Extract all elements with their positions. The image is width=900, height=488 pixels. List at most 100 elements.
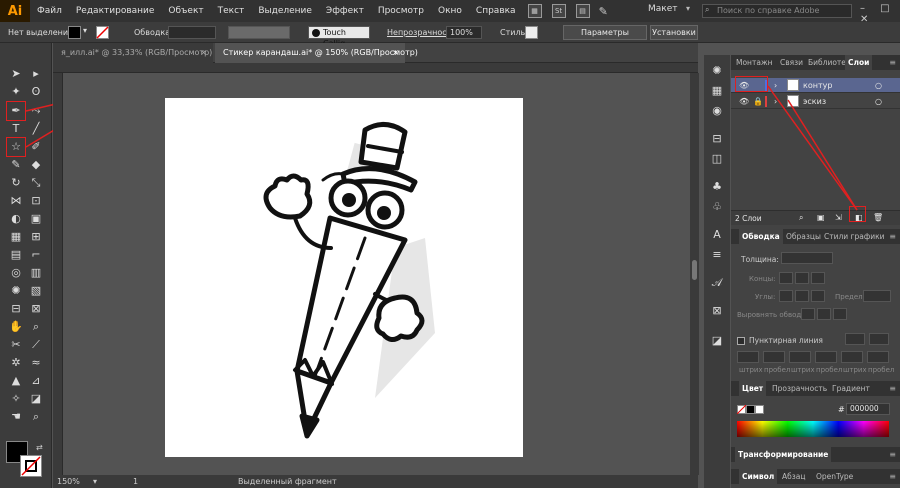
miter-join-button[interactable]: [779, 290, 793, 302]
gap-3-input[interactable]: [867, 351, 889, 363]
menu-effect[interactable]: Эффект: [319, 6, 371, 16]
document-setup-button[interactable]: Параметры документа: [563, 25, 647, 50]
projecting-cap-button[interactable]: [811, 272, 825, 284]
paint-bucket-tool-icon[interactable]: ▲: [7, 373, 25, 389]
gpu-icon[interactable]: ✎: [599, 5, 608, 18]
none-swatch[interactable]: [737, 405, 746, 414]
hex-input[interactable]: 000000: [846, 403, 890, 415]
align-inside-button[interactable]: [817, 308, 831, 320]
paragraph-icon[interactable]: ≡: [708, 247, 726, 263]
menu-select[interactable]: Выделение: [251, 6, 319, 16]
hand-tool-icon[interactable]: ☚: [7, 409, 25, 425]
menu-window[interactable]: Окно: [431, 6, 469, 16]
panel-menu-icon[interactable]: ≡: [889, 384, 896, 393]
menu-help[interactable]: Справка: [469, 6, 523, 16]
tab-layers[interactable]: Слои: [845, 55, 873, 70]
menu-type[interactable]: Текст: [211, 6, 252, 16]
knife-tool-icon[interactable]: ⟋: [27, 337, 45, 353]
panel-menu-icon[interactable]: ≡: [889, 232, 896, 241]
stock-icon[interactable]: St: [551, 4, 566, 18]
blob-brush-tool-icon[interactable]: ✧: [7, 391, 25, 407]
tab-graphic-styles[interactable]: Стили графики: [821, 229, 888, 244]
round-join-button[interactable]: [795, 290, 809, 302]
puppet-warp-tool-icon[interactable]: ✲: [7, 355, 25, 371]
tab-character[interactable]: Символ: [739, 469, 778, 484]
scissors-tool-icon[interactable]: ✂: [7, 337, 25, 353]
perspective-grid-tool-icon[interactable]: ▦: [7, 229, 25, 245]
align-outside-button[interactable]: [833, 308, 847, 320]
artboard-tool-icon[interactable]: ⊟: [7, 301, 25, 317]
symbol-sprayer-tool-icon[interactable]: ✺: [7, 283, 25, 299]
dash-2-input[interactable]: [789, 351, 811, 363]
butt-cap-button[interactable]: [779, 272, 793, 284]
tab-swatches[interactable]: Образцы: [783, 229, 824, 244]
arrange-icon[interactable]: ▤: [575, 4, 590, 18]
bar-graph-tool-icon[interactable]: ▧: [27, 283, 45, 299]
close-icon[interactable]: ×: [200, 43, 207, 63]
dashed-line-checkbox[interactable]: [737, 337, 745, 345]
gradient-tool-icon[interactable]: ▤: [7, 247, 25, 263]
stroke-weight-input[interactable]: [781, 252, 833, 264]
white-swatch[interactable]: [755, 405, 764, 414]
layers-icon[interactable]: ◪: [708, 333, 726, 349]
zoom-tool-icon[interactable]: ⌕: [27, 409, 45, 425]
hand-tool-icon[interactable]: ✋: [7, 319, 25, 335]
eyedropper-tool-icon[interactable]: ⌐: [27, 247, 45, 263]
gap-1-input[interactable]: [763, 351, 785, 363]
zoom-level[interactable]: 150%: [57, 477, 80, 486]
opacity-field[interactable]: 100%: [446, 26, 482, 39]
zoom-tool-icon[interactable]: ⌕: [27, 319, 45, 335]
align-center-button[interactable]: [801, 308, 815, 320]
panel-menu-icon[interactable]: ≡: [889, 58, 896, 67]
tab-document-1[interactable]: я_илл.ai* @ 33,33% (RGB/Просмотр) ×: [53, 43, 213, 63]
swap-fill-stroke-icon[interactable]: ⇄: [36, 443, 43, 452]
tab-opentype[interactable]: OpenType: [813, 469, 856, 484]
help-search-input[interactable]: Поиск по справке Adobe: [702, 4, 852, 18]
links-icon[interactable]: ⊠: [708, 303, 726, 319]
measure-tool-icon[interactable]: ⊿: [27, 373, 45, 389]
artboard-number[interactable]: 1: [133, 477, 138, 486]
warp-tool-icon[interactable]: ≈: [27, 355, 45, 371]
bridge-icon[interactable]: ▦: [527, 4, 542, 18]
chevron-down-icon[interactable]: ▾: [93, 477, 97, 486]
artboard[interactable]: [165, 98, 523, 457]
opentype-icon[interactable]: 𝒜: [708, 275, 726, 291]
tab-color[interactable]: Цвет: [739, 381, 767, 396]
tab-artboards[interactable]: Монтажн: [733, 55, 776, 70]
round-cap-button[interactable]: [795, 272, 809, 284]
tab-stroke[interactable]: Обводка: [739, 229, 783, 244]
dash-3-input[interactable]: [841, 351, 863, 363]
print-tiling-tool-icon[interactable]: ◪: [27, 391, 45, 407]
preferences-button[interactable]: Установки: [650, 25, 698, 40]
scrollbar-thumb[interactable]: [692, 260, 697, 280]
menu-view[interactable]: Просмотр: [371, 6, 431, 16]
color-spectrum[interactable]: [737, 421, 889, 437]
tab-transparency[interactable]: Прозрачность: [769, 381, 830, 396]
workspace-switcher[interactable]: Макет: [648, 4, 678, 14]
bevel-join-button[interactable]: [811, 290, 825, 302]
tab-paragraph[interactable]: Абзац: [779, 469, 808, 484]
tab-links[interactable]: Связи: [777, 55, 806, 70]
dash-preserve-button[interactable]: [845, 333, 865, 345]
gap-2-input[interactable]: [815, 351, 837, 363]
tab-transform[interactable]: Трансформирование: [735, 447, 832, 462]
slice-tool-icon[interactable]: ⊠: [27, 301, 45, 317]
mesh-tool-icon[interactable]: ⊞: [27, 229, 45, 245]
chevron-down-icon[interactable]: ▾: [686, 4, 690, 13]
graphic-style-swatch[interactable]: [525, 26, 538, 39]
limit-input[interactable]: [863, 290, 891, 302]
dash-1-input[interactable]: [737, 351, 759, 363]
shape-builder-tool-icon[interactable]: ◐: [7, 211, 25, 227]
variable-width-profile[interactable]: [228, 26, 290, 39]
tab-gradient[interactable]: Градиент: [829, 381, 873, 396]
tab-document-2[interactable]: Стикер карандаш.ai* @ 150% (RGB/Просмотр…: [215, 43, 418, 63]
blend-tool-icon[interactable]: ◎: [7, 265, 25, 281]
panel-menu-icon[interactable]: ≡: [889, 450, 896, 459]
column-graph-tool-icon[interactable]: ▥: [27, 265, 45, 281]
dash-align-button[interactable]: [869, 333, 889, 345]
live-paint-tool-icon[interactable]: ▣: [27, 211, 45, 227]
black-swatch[interactable]: [746, 405, 755, 414]
close-icon[interactable]: ×: [392, 43, 399, 63]
stroke-color-swatch[interactable]: [20, 455, 42, 477]
panel-menu-icon[interactable]: ≡: [889, 472, 896, 481]
